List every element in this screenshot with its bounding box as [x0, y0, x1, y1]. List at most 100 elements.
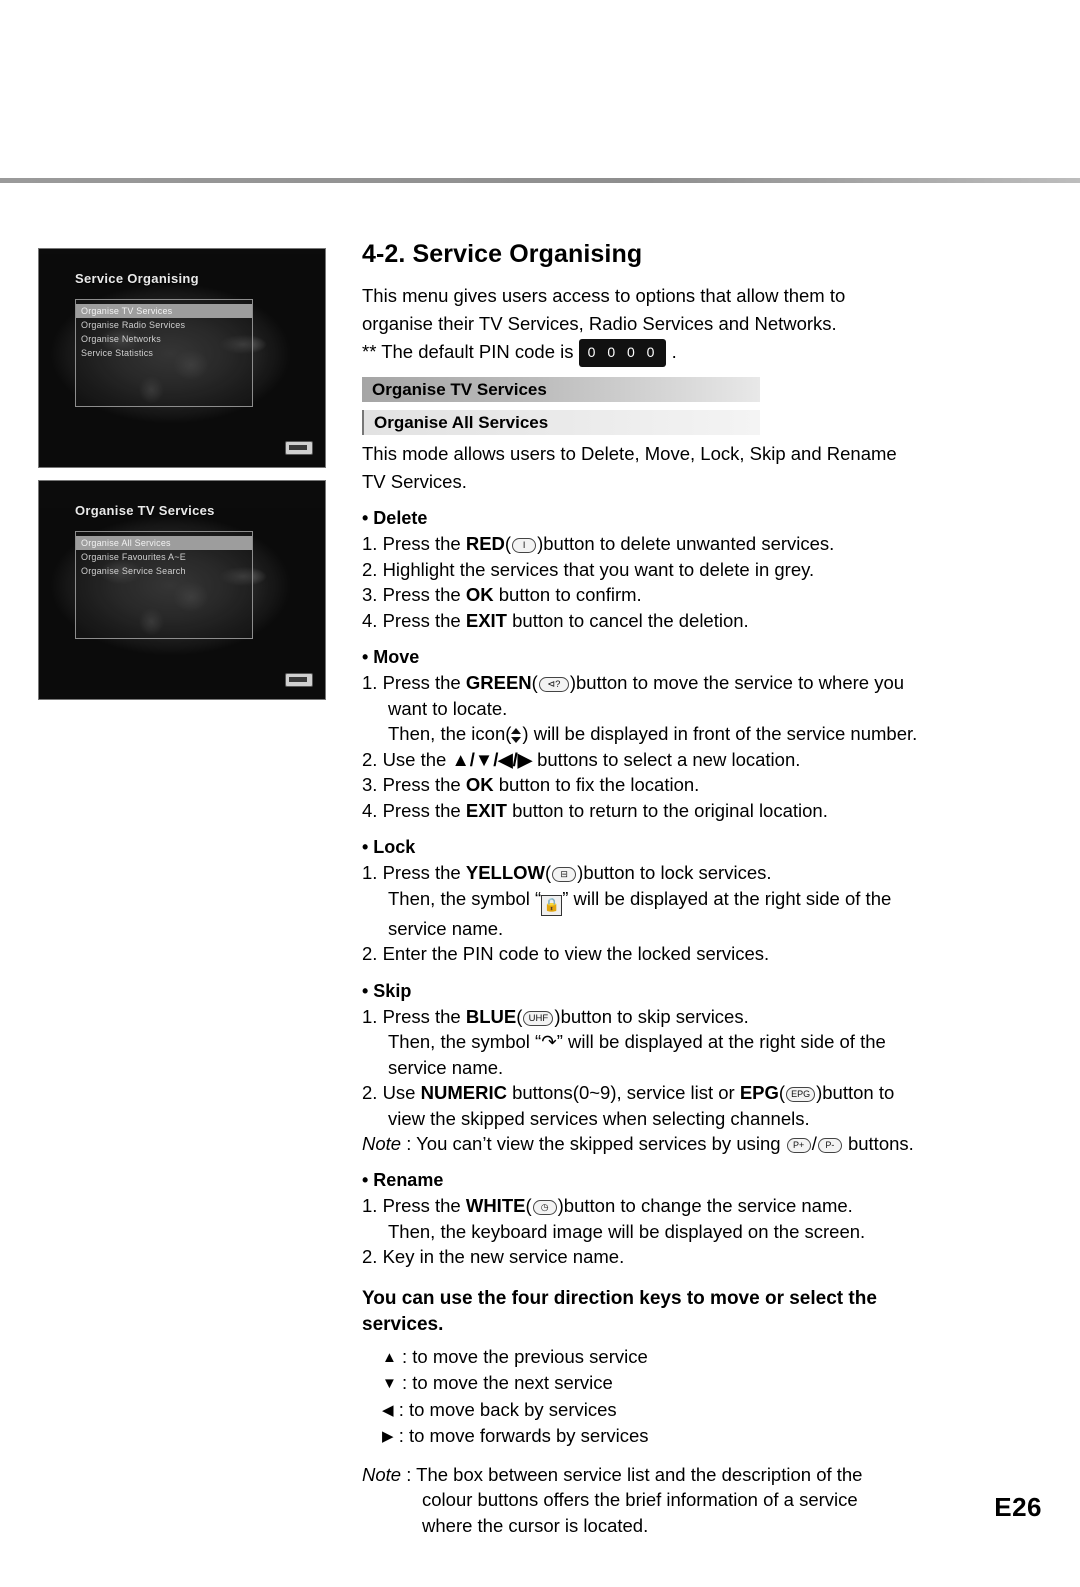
menu-item: Organise TV Services: [76, 304, 252, 318]
move-step-1-then: Then, the icon( ) will be displayed in fr…: [362, 721, 1022, 747]
text: )button to skip services.: [554, 1005, 749, 1027]
heading-rename: • Rename: [362, 1170, 444, 1190]
header-rule: [0, 178, 1080, 183]
down-arrow-icon: ▼: [382, 1375, 397, 1392]
text: 4. Press the: [362, 799, 466, 821]
text: button to fix the location.: [493, 774, 700, 795]
move-step-1: 1. Press the GREEN(⊲?)button to move the…: [362, 670, 1022, 747]
text: Then, the symbol “: [388, 887, 542, 909]
delete-step-3: 3. Press the OK button to confirm.: [362, 582, 1022, 608]
screenshot-menu-list: Organise TV Services Organise Radio Serv…: [75, 299, 253, 407]
pin-prefix: ** The default PIN code is: [362, 341, 574, 362]
text: ” will be displayed at the right side of…: [562, 887, 892, 909]
text: 1. Press the: [362, 672, 466, 693]
text: 1. Press the: [362, 862, 466, 883]
direction-keys-glyphs: ▲/▼/◀/▶: [451, 748, 532, 770]
skip-step-1-then: Then, the symbol “↷” will be displayed a…: [362, 1029, 1022, 1055]
rename-steps: 1. Press the WHITE(◷)button to change th…: [362, 1193, 1022, 1270]
text: 3. Press the: [362, 774, 466, 795]
text: 2. Use the: [362, 748, 452, 770]
heading-move: • Move: [362, 647, 420, 667]
lock-step-1-cont: service name.: [388, 917, 504, 939]
button-name-red: RED: [465, 533, 505, 554]
main-content: 4-2. Service Organising This menu gives …: [362, 240, 1022, 1538]
direction-key-list: ▲ : to move the previous service ▼ : to …: [362, 1344, 1022, 1450]
up-arrow-icon: ▲: [382, 1348, 397, 1366]
move-step-3: 3. Press the OK button to fix the locati…: [362, 772, 1022, 798]
menu-item: Organise Radio Services: [81, 320, 186, 330]
text: : to move the previous service: [402, 1345, 648, 1367]
text: )button to lock services.: [577, 862, 772, 883]
text: 2. Use: [362, 1082, 421, 1103]
button-name-numeric: NUMERIC: [420, 1082, 507, 1103]
direction-row-left: ◀ : to move back by services: [370, 1397, 1022, 1424]
green-button-key-icon: ⊲?: [538, 677, 569, 692]
button-name-green: GREEN: [465, 672, 532, 693]
lock-step-2: 2. Enter the PIN code to view the locked…: [362, 943, 770, 964]
text: /: [811, 1133, 817, 1154]
intro-line-1: This menu gives users access to options …: [362, 285, 846, 306]
text: : The box between service list and the d…: [401, 1463, 863, 1485]
skip-note: Note : You can’t view the skipped servic…: [362, 1131, 1022, 1156]
delete-step-2: 2. Highlight the services that you want …: [362, 558, 815, 580]
red-button-key-icon: I: [512, 538, 537, 553]
menu-item: Organise All Services: [76, 536, 252, 550]
final-note-line-3: where the cursor is located.: [422, 1514, 649, 1536]
text: 1. Press the: [362, 1195, 466, 1216]
skip-symbol-icon: ↷: [541, 1031, 557, 1052]
lock-icon: 🔒: [541, 894, 563, 916]
text: )button to move the service to where you: [569, 672, 905, 693]
move-step-4: 4. Press the EXIT button to return to th…: [362, 798, 1022, 824]
heading-lock: • Lock: [362, 837, 416, 857]
text: 1. Press the: [362, 533, 466, 554]
button-name-yellow: YELLOW: [465, 862, 545, 883]
button-name-exit: EXIT: [465, 799, 507, 821]
delete-steps: 1. Press the RED(I)button to delete unwa…: [362, 531, 1022, 633]
text: )button to change the service name.: [557, 1195, 853, 1216]
epg-button-key-icon: EPG: [786, 1087, 816, 1102]
mode-line-2: TV Services.: [362, 471, 467, 492]
skip-step-1: 1. Press the BLUE(UHF)button to skip ser…: [362, 1004, 1022, 1081]
text: buttons.: [842, 1133, 914, 1154]
text: : to move the next service: [402, 1372, 613, 1393]
directions-intro-line-2: services.: [362, 1313, 444, 1335]
screenshot-title: Organise TV Services: [75, 503, 215, 518]
screenshot-organise-tv-services: Organise TV Services Organise All Servic…: [38, 480, 326, 700]
yellow-button-key-icon: ⊟: [552, 867, 577, 882]
osd-badge-icon: [285, 673, 313, 687]
page-number: E26: [994, 1492, 1042, 1522]
text: )button to delete unwanted services.: [537, 533, 835, 554]
directions-intro-line-1: You can use the four direction keys to m…: [362, 1287, 877, 1309]
pin-code-value: 0 0 0 0: [578, 339, 667, 367]
text: : to move forwards by services: [398, 1425, 649, 1446]
menu-item: Organise Favourites A~E: [81, 552, 186, 562]
text: Then, the icon(: [388, 723, 512, 744]
page-title: 4-2. Service Organising: [362, 240, 643, 268]
right-arrow-icon: ▶: [382, 1428, 394, 1445]
screenshot-service-organising: Service Organising Organise TV Services …: [38, 248, 326, 468]
delete-step-4: 4. Press the EXIT button to cancel the d…: [362, 608, 1022, 634]
text: ) will be displayed in front of the serv…: [522, 723, 918, 744]
button-name-exit: EXIT: [465, 609, 507, 631]
move-step-1-cont: want to locate.: [388, 697, 508, 719]
text: 3. Press the: [362, 584, 466, 605]
direction-row-right: ▶ : to move forwards by services: [370, 1423, 1022, 1450]
direction-row-up: ▲ : to move the previous service: [370, 1344, 1022, 1371]
rename-step-1-then: Then, the keyboard image will be display…: [388, 1220, 866, 1242]
intro-line-2: organise their TV Services, Radio Servic…: [362, 313, 837, 334]
menu-item: Organise Networks: [81, 334, 161, 344]
final-note-line-2: colour buttons offers the brief informat…: [422, 1489, 858, 1510]
note-label: Note: [362, 1133, 402, 1154]
menu-item: Organise Service Search: [81, 566, 186, 576]
button-name-white: WHITE: [465, 1195, 526, 1216]
direction-row-down: ▼ : to move the next service: [370, 1370, 1022, 1397]
menu-item: Service Statistics: [81, 348, 154, 358]
skip-step-2: 2. Use NUMERIC buttons(0~9), service lis…: [362, 1080, 1022, 1131]
button-name-epg: EPG: [739, 1082, 779, 1103]
text: )button to: [816, 1082, 895, 1103]
section-bar-organise-all-services: Organise All Services: [362, 410, 760, 435]
note-label: Note: [362, 1463, 402, 1485]
rename-step-1: 1. Press the WHITE(◷)button to change th…: [362, 1193, 1022, 1244]
text: : You can’t view the skipped services by…: [401, 1133, 786, 1154]
rename-step-2: 2. Key in the new service name.: [362, 1246, 625, 1267]
